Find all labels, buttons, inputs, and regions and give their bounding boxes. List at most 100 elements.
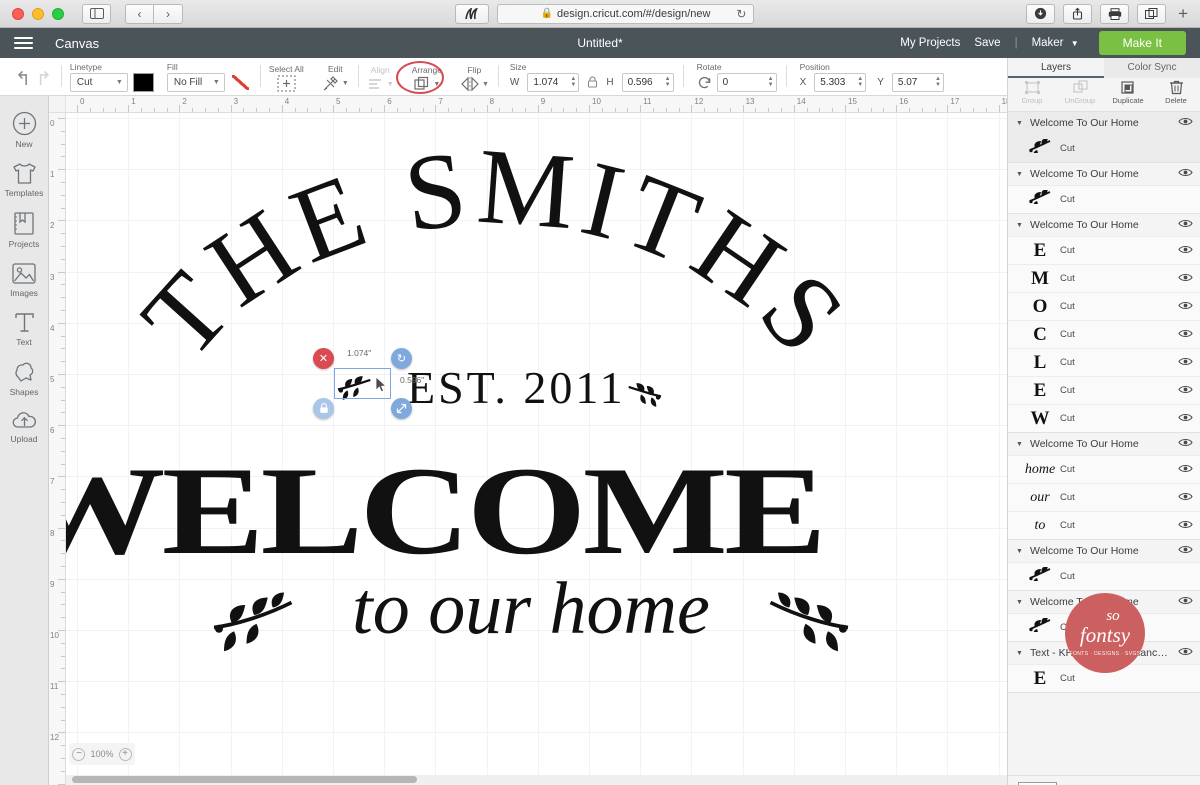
zoom-control[interactable]: − 100% +	[69, 743, 135, 765]
y-stepper[interactable]: ▲ ▼	[935, 76, 941, 88]
eye-icon[interactable]	[1178, 218, 1193, 232]
scrollbar-thumb[interactable]	[72, 776, 417, 783]
layer-row[interactable]: Cut	[1008, 185, 1200, 213]
chevron-down-icon[interactable]: ▼	[1016, 171, 1024, 178]
eye-icon[interactable]	[1178, 328, 1193, 342]
browser-forward-button[interactable]: ›	[154, 3, 183, 24]
downloads-icon[interactable]	[1026, 3, 1056, 24]
aspect-lock-icon[interactable]	[584, 75, 601, 90]
chevron-down-icon[interactable]: ▼	[1016, 120, 1024, 127]
minimize-window-button[interactable]	[32, 7, 44, 20]
machine-selector[interactable]: Maker ▼	[1032, 37, 1079, 49]
redo-icon[interactable]: ↱	[36, 70, 52, 89]
layer-group[interactable]: ▼ Welcome To Our Home Cut	[1008, 112, 1200, 163]
height-input[interactable]: 0.596 ▲ ▼	[621, 73, 674, 92]
y-input[interactable]: 5.07 ▲ ▼	[891, 73, 944, 92]
eye-icon[interactable]	[1178, 356, 1193, 370]
eye-icon[interactable]	[1178, 491, 1193, 505]
layer-row[interactable]: E Cut	[1008, 376, 1200, 404]
layer-group-header[interactable]: ▼ Welcome To Our Home	[1008, 214, 1200, 236]
undo-icon[interactable]: ↰	[15, 70, 31, 89]
print-icon[interactable]	[1100, 3, 1130, 24]
layer-group[interactable]: ▼ Welcome To Our Home Cut	[1008, 540, 1200, 591]
arrange-icon[interactable]: ▼	[413, 76, 440, 92]
layer-group-header[interactable]: ▼ Welcome To Our Home	[1008, 433, 1200, 455]
eye-icon[interactable]	[1178, 412, 1193, 426]
address-bar[interactable]: 🔒 design.cricut.com/#/design/new ↻	[496, 3, 755, 24]
linetype-select[interactable]: Cut ▼	[69, 73, 128, 92]
x-stepper[interactable]: ▲ ▼	[857, 76, 863, 88]
browser-back-button[interactable]: ‹	[125, 3, 154, 24]
eye-icon[interactable]	[1178, 116, 1193, 130]
eye-icon[interactable]	[1178, 167, 1193, 181]
layer-row[interactable]: L Cut	[1008, 348, 1200, 376]
edit-icon[interactable]: ▼	[322, 75, 349, 92]
ungroup-button[interactable]: UnGroup	[1056, 80, 1104, 111]
new-tab-button[interactable]: +	[1174, 4, 1192, 24]
layer-row[interactable]: O Cut	[1008, 292, 1200, 320]
rotate-icon[interactable]	[697, 75, 712, 90]
chevron-down-icon[interactable]: ▼	[1016, 548, 1024, 555]
chevron-down-icon[interactable]: ▼	[1016, 222, 1024, 229]
layer-row[interactable]: E Cut	[1008, 236, 1200, 264]
hamburger-menu-icon[interactable]	[14, 37, 33, 49]
eye-icon[interactable]	[1178, 544, 1193, 558]
eye-icon[interactable]	[1178, 519, 1193, 533]
my-projects-link[interactable]: My Projects	[900, 37, 960, 49]
layer-group[interactable]: ▼ Welcome To Our Home home Cut our Cut to Cut	[1008, 433, 1200, 540]
lock-selection-handle[interactable]	[313, 398, 334, 419]
sidebar-item-images[interactable]: Images	[0, 255, 48, 304]
sidebar-toggle-icon[interactable]	[82, 3, 111, 24]
blank-canvas-row[interactable]: Blank Canvas	[1008, 775, 1200, 785]
rotate-input[interactable]: 0 ▲ ▼	[716, 73, 777, 92]
layer-row[interactable]: W Cut	[1008, 404, 1200, 432]
eye-icon[interactable]	[1178, 463, 1193, 477]
delete-button[interactable]: Delete	[1152, 80, 1200, 111]
select-all-icon[interactable]	[277, 75, 296, 92]
layer-row[interactable]: M Cut	[1008, 264, 1200, 292]
layer-row[interactable]: our Cut	[1008, 483, 1200, 511]
maximize-window-button[interactable]	[52, 7, 64, 20]
sidebar-item-projects[interactable]: Projects	[0, 204, 48, 255]
sidebar-item-upload[interactable]: Upload	[0, 403, 48, 450]
layer-row[interactable]: Cut	[1008, 134, 1200, 162]
rotate-selection-handle[interactable]: ↻	[391, 348, 412, 369]
horizontal-scrollbar[interactable]	[66, 775, 1007, 784]
zoom-in-button[interactable]: +	[118, 747, 132, 761]
design-canvas[interactable]: THE SMITHS EST. 2011 WELCOME to our home	[66, 113, 1007, 785]
eye-icon[interactable]	[1178, 272, 1193, 286]
sidebar-item-text[interactable]: Text	[0, 304, 48, 353]
eye-icon[interactable]	[1178, 646, 1193, 660]
group-button[interactable]: Group	[1008, 80, 1056, 111]
tab-layers[interactable]: Layers	[1008, 58, 1104, 78]
chevron-down-icon[interactable]: ▼	[1016, 441, 1024, 448]
share-icon[interactable]	[1063, 3, 1093, 24]
layer-row[interactable]: C Cut	[1008, 320, 1200, 348]
tab-color-sync[interactable]: Color Sync	[1104, 58, 1200, 78]
eye-icon[interactable]	[1178, 384, 1193, 398]
eye-icon[interactable]	[1178, 300, 1193, 314]
reload-icon[interactable]: ↻	[736, 7, 746, 21]
layer-group[interactable]: ▼ Welcome To Our Home Cut	[1008, 163, 1200, 214]
layer-group[interactable]: ▼ Welcome To Our Home E Cut M Cut O Cut C Cut L Cut…	[1008, 214, 1200, 433]
canvas-artwork[interactable]: THE SMITHS EST. 2011 WELCOME to our home	[66, 113, 1007, 785]
no-fill-icon[interactable]	[230, 73, 251, 92]
sidebar-item-new[interactable]: New	[0, 104, 48, 155]
window-traffic-lights[interactable]	[8, 7, 64, 20]
rotate-stepper[interactable]: ▲ ▼	[768, 76, 774, 88]
width-input[interactable]: 1.074 ▲ ▼	[527, 73, 580, 92]
save-button[interactable]: Save	[974, 37, 1000, 49]
cricut-favicon[interactable]	[454, 3, 489, 24]
delete-selection-handle[interactable]: ✕	[313, 348, 334, 369]
layer-row[interactable]: home Cut	[1008, 455, 1200, 483]
resize-selection-handle[interactable]	[391, 398, 412, 419]
x-input[interactable]: 5.303 ▲ ▼	[814, 73, 867, 92]
fill-select[interactable]: No Fill ▼	[166, 73, 225, 92]
layer-group-header[interactable]: ▼ Welcome To Our Home	[1008, 540, 1200, 562]
flip-icon[interactable]: ▼	[460, 76, 489, 92]
chevron-down-icon[interactable]: ▼	[1016, 599, 1024, 606]
height-stepper[interactable]: ▲ ▼	[665, 76, 671, 88]
width-stepper[interactable]: ▲ ▼	[570, 76, 576, 88]
sidebar-item-shapes[interactable]: Shapes	[0, 353, 48, 403]
layer-row[interactable]: Cut	[1008, 562, 1200, 590]
